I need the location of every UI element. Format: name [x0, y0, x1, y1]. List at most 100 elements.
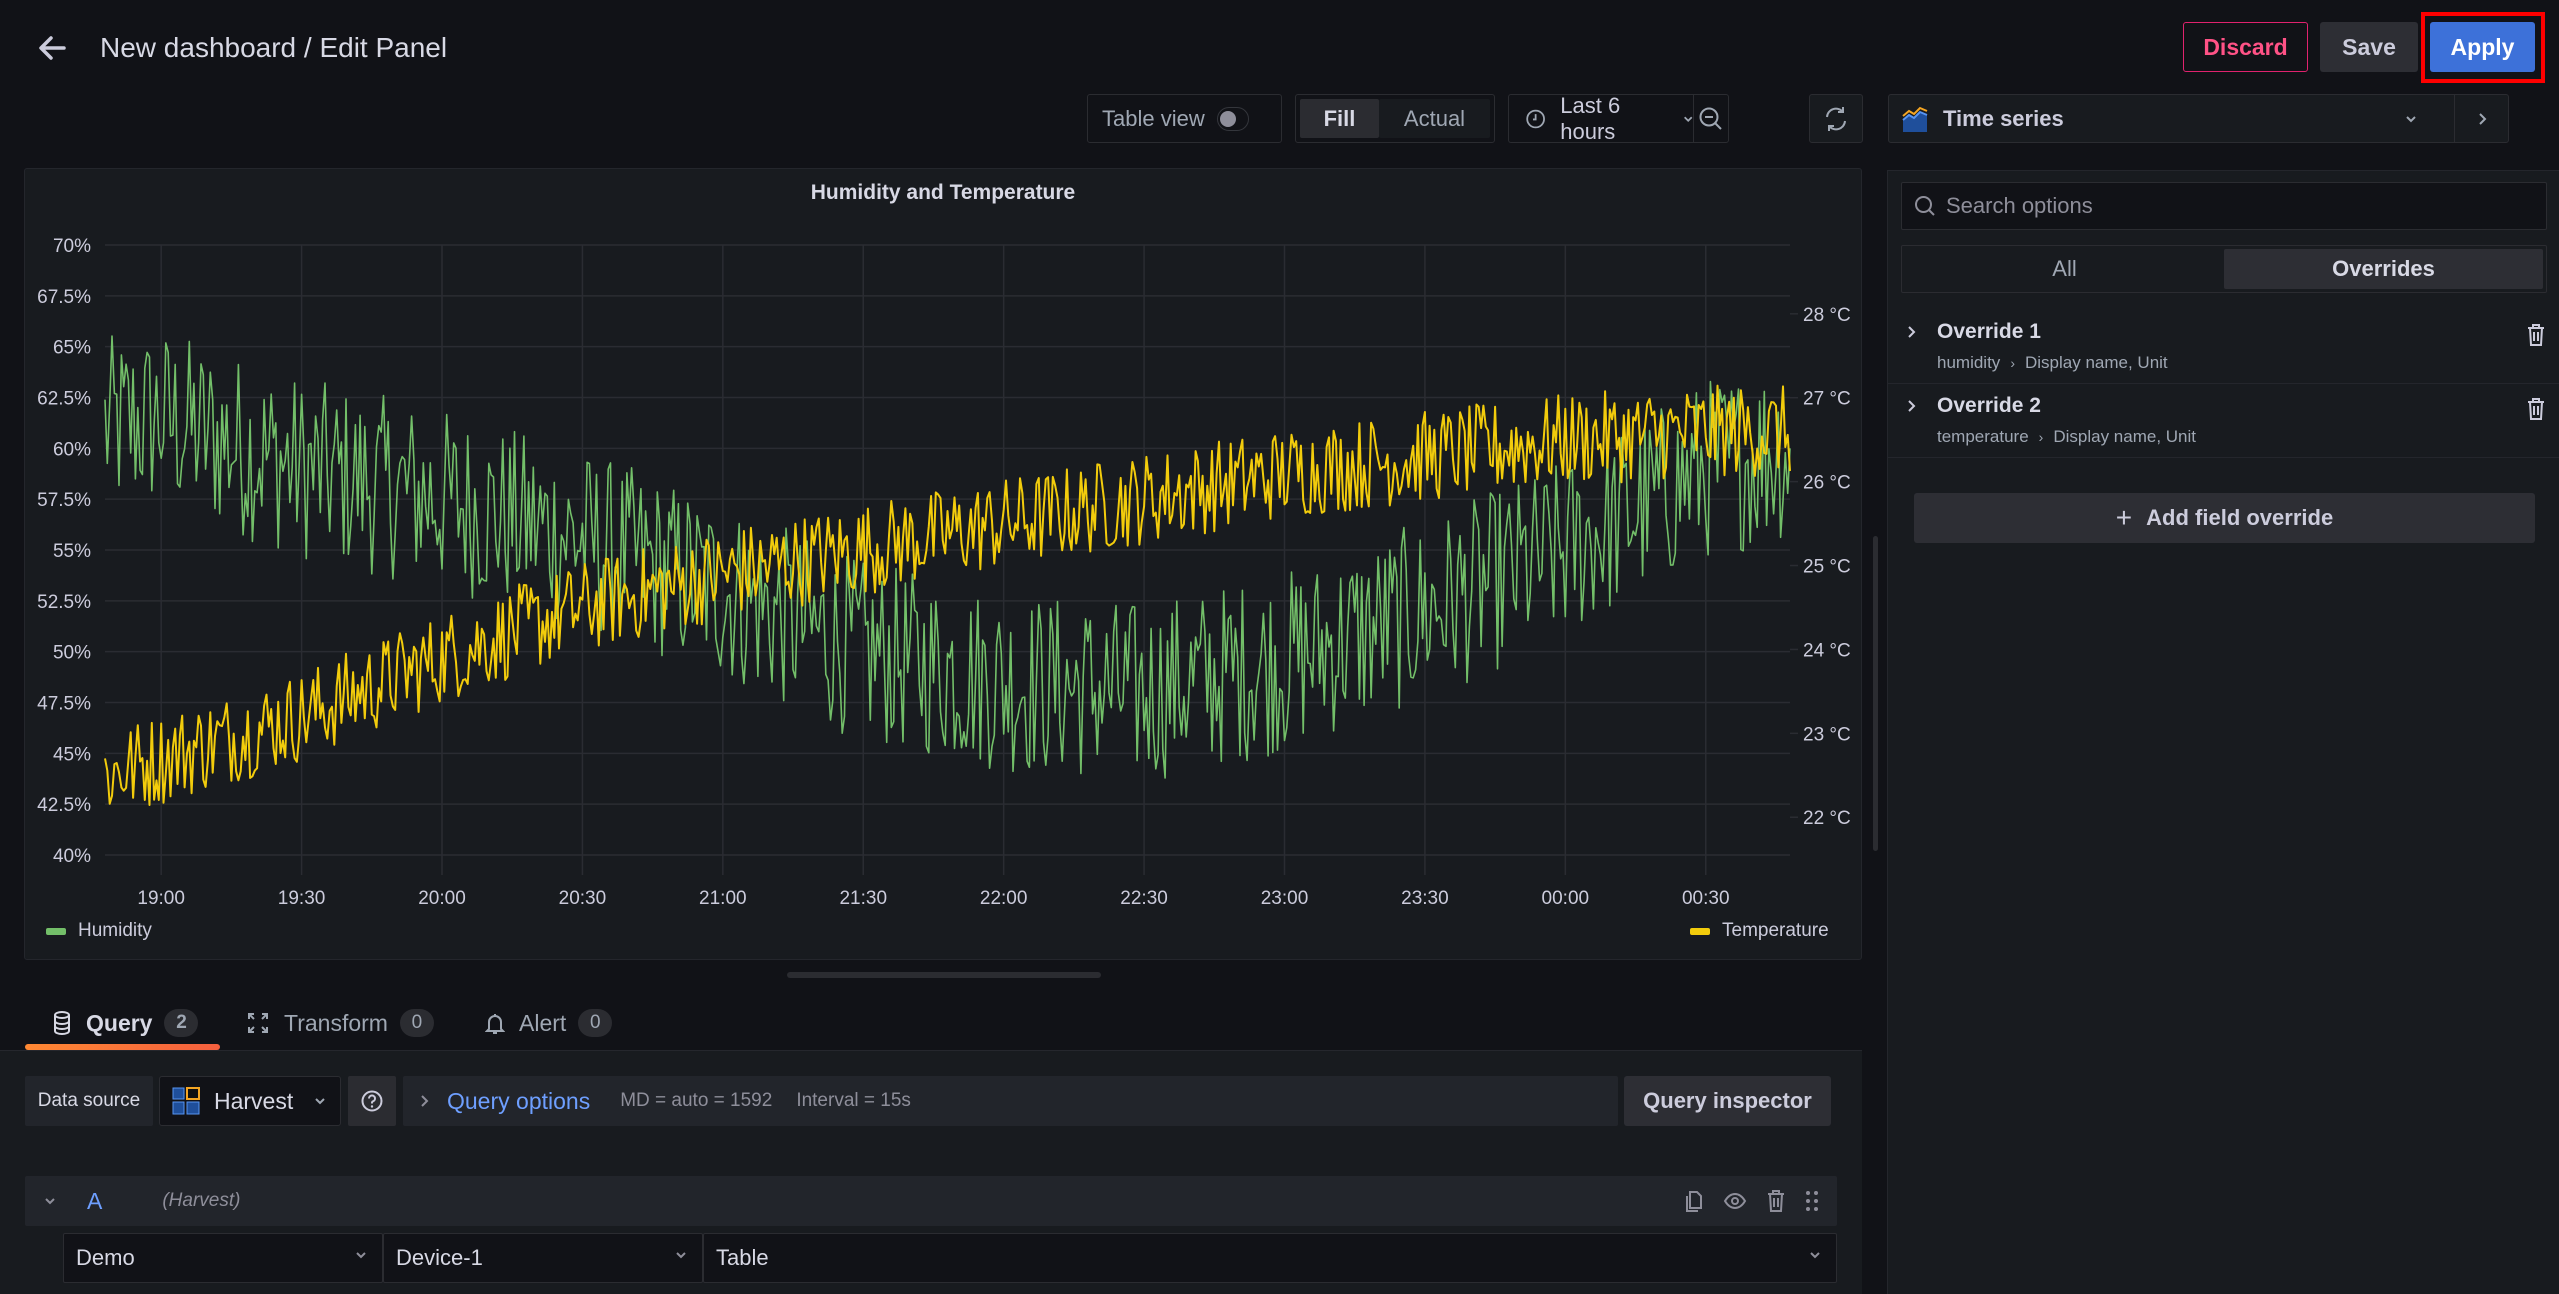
- override-name: Override 1: [1937, 320, 2041, 343]
- trash-icon[interactable]: [2525, 322, 2547, 348]
- x-tick-label: 19:00: [137, 888, 185, 909]
- tab-query[interactable]: Query 2: [52, 1003, 199, 1043]
- eye-icon[interactable]: [1723, 1188, 1747, 1214]
- data-source-picker[interactable]: Harvest: [159, 1076, 341, 1126]
- select-value: Demo: [76, 1245, 135, 1270]
- chevron-right-icon: ›: [2010, 355, 2015, 371]
- question-circle-icon: [361, 1090, 383, 1112]
- y-left-tick-label: 62.5%: [37, 389, 91, 410]
- search-options-field[interactable]: [1901, 182, 2547, 230]
- y-left-tick-label: 47.5%: [37, 694, 91, 715]
- transform-icon: [248, 1013, 268, 1033]
- y-left-tick-label: 65%: [53, 338, 91, 359]
- x-tick-label: 00:00: [1542, 888, 1590, 909]
- search-icon: [1915, 196, 1935, 216]
- series-line-humidity: [104, 335, 1791, 779]
- y-left-tick-label: 60%: [53, 439, 91, 460]
- x-tick-label: 20:30: [559, 888, 607, 909]
- visualization-label: Time series: [1943, 105, 2064, 131]
- y-right-tick-label: 22 °C: [1803, 808, 1851, 829]
- plus-icon: +: [2115, 502, 2133, 533]
- tab-count-badge: 2: [164, 1009, 199, 1037]
- collapse-options-button[interactable]: [2454, 95, 2508, 142]
- chevron-right-icon: [1908, 326, 1916, 338]
- x-tick-label: 21:30: [839, 888, 887, 909]
- y-left-tick-label: 45%: [53, 744, 91, 765]
- query-options-label: Query options: [447, 1087, 591, 1114]
- device-select[interactable]: Device-1: [383, 1233, 703, 1283]
- save-button[interactable]: Save: [2320, 22, 2418, 72]
- query-options-toggle[interactable]: Query options MD = auto = 1592 Interval …: [403, 1076, 1618, 1126]
- time-series-chart: 40% 42.5% 45% 47.5% 50% 52.5% 55% 57.5% 60% 62.5%…: [37, 236, 1851, 909]
- y-right-tick-label: 25 °C: [1803, 557, 1851, 578]
- drag-handle-icon[interactable]: [1805, 1188, 1819, 1214]
- override-properties: Display name, Unit: [2024, 353, 2168, 372]
- y-left-tick-label: 52.5%: [37, 592, 91, 613]
- query-data-source-name: (Harvest): [162, 1190, 241, 1211]
- options-tab-all[interactable]: All: [1905, 249, 2224, 289]
- bell-icon: [485, 1014, 505, 1034]
- query-ref-id[interactable]: A: [87, 1188, 102, 1215]
- trash-icon[interactable]: [1765, 1188, 1787, 1214]
- x-tick-label: 22:30: [1120, 888, 1168, 909]
- add-field-override-button[interactable]: + Add field override: [1914, 493, 2535, 543]
- select-value: Device-1: [396, 1245, 483, 1270]
- organization-select[interactable]: Demo: [63, 1233, 383, 1283]
- tab-count-badge: 0: [399, 1009, 434, 1037]
- y-right-tick-label: 23 °C: [1803, 724, 1851, 745]
- chevron-down-icon: [2406, 116, 2416, 123]
- duplicate-icon[interactable]: [1683, 1188, 1705, 1214]
- panel-resize-handle[interactable]: [787, 972, 1101, 978]
- interval-value: Interval = 15s: [796, 1090, 911, 1111]
- chevron-down-icon: [676, 1252, 686, 1259]
- override-item[interactable]: Override 1 humidity › Display name, Unit: [1888, 310, 2559, 384]
- pane-scrollbar[interactable]: [1873, 536, 1878, 851]
- options-tabs: All Overrides: [1901, 245, 2547, 293]
- options-tab-overrides[interactable]: Overrides: [2224, 249, 2543, 289]
- chevron-right-icon: [1908, 400, 1916, 412]
- x-tick-label: 00:30: [1682, 888, 1730, 909]
- query-inspector-button[interactable]: Query inspector: [1624, 1076, 1831, 1126]
- tab-alert[interactable]: Alert 0: [485, 1003, 613, 1043]
- visualization-picker[interactable]: Time series: [1888, 94, 2509, 143]
- harvest-logo-icon: [172, 1087, 200, 1115]
- tab-label: Transform: [284, 1009, 388, 1036]
- tab-transform[interactable]: Transform 0: [246, 1003, 434, 1043]
- x-tick-label: 23:00: [1261, 888, 1309, 909]
- query-row-header: A (Harvest): [25, 1176, 1837, 1226]
- override-field: humidity: [1937, 353, 2001, 372]
- override-field: temperature: [1937, 427, 2029, 446]
- chevron-down-icon: [315, 1098, 325, 1105]
- max-data-points: MD = auto = 1592: [620, 1090, 773, 1111]
- tab-label: Alert: [519, 1009, 567, 1036]
- search-options-input[interactable]: [1946, 193, 2526, 219]
- y-left-tick-label: 70%: [53, 236, 91, 257]
- chevron-right-icon: ›: [2038, 429, 2044, 445]
- y-left-tick-label: 50%: [53, 643, 91, 664]
- chevron-right-icon: [421, 1095, 429, 1107]
- override-properties: Display name, Unit: [2053, 427, 2197, 446]
- tab-count-badge: 0: [578, 1009, 613, 1037]
- legend-label: Temperature: [1722, 920, 1829, 941]
- x-tick-label: 21:00: [699, 888, 747, 909]
- override-item[interactable]: Override 2 temperature › Display name, U…: [1888, 384, 2559, 458]
- x-tick-label: 23:30: [1401, 888, 1449, 909]
- chevron-right-icon: [2478, 112, 2486, 125]
- query-type-select[interactable]: Table: [703, 1233, 1837, 1283]
- apply-button[interactable]: Apply: [2430, 22, 2535, 72]
- y-right-tick-label: 24 °C: [1803, 640, 1851, 661]
- tab-label: Query: [86, 1009, 153, 1036]
- legend-item-humidity[interactable]: Humidity: [46, 920, 152, 942]
- y-left-tick-label: 42.5%: [37, 795, 91, 816]
- data-source-help-button[interactable]: [348, 1076, 396, 1126]
- time-series-icon: [1902, 106, 1928, 132]
- y-right-tick-label: 26 °C: [1803, 473, 1851, 494]
- data-source-label: Data source: [25, 1076, 153, 1126]
- y-left-tick-label: 55%: [53, 541, 91, 562]
- chevron-down-icon[interactable]: [43, 1194, 57, 1208]
- legend-item-temperature[interactable]: Temperature: [1690, 920, 1829, 942]
- x-tick-label: 20:00: [418, 888, 466, 909]
- trash-icon[interactable]: [2525, 396, 2547, 422]
- discard-button[interactable]: Discard: [2183, 22, 2308, 72]
- data-source-name: Harvest: [214, 1087, 294, 1114]
